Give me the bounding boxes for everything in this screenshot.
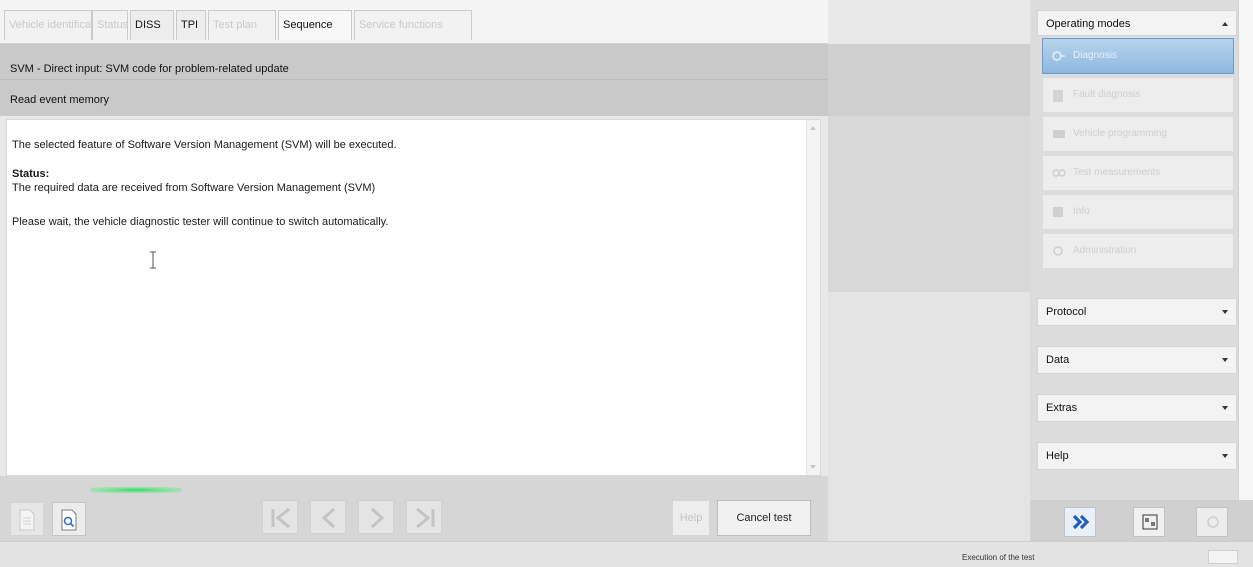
tab-service-functions[interactable]: Service functions xyxy=(354,10,472,40)
continue-button[interactable] xyxy=(1064,507,1096,537)
operating-modes-header[interactable]: Operating modes xyxy=(1037,10,1237,36)
text-cursor-icon xyxy=(150,251,156,269)
next-button[interactable] xyxy=(358,500,394,534)
operating-modes-list: Diagnosis Fault diagnosis Vehicle progra… xyxy=(1042,38,1234,274)
cancel-test-button[interactable]: Cancel test xyxy=(717,500,811,536)
sidebar-scroll-edge xyxy=(1238,0,1253,500)
document-icon xyxy=(19,509,35,531)
mode-test-measurements[interactable]: Test measurements xyxy=(1042,155,1234,191)
progress-indicator xyxy=(90,487,182,493)
document-button[interactable] xyxy=(10,502,44,536)
mode-info[interactable]: Info xyxy=(1042,194,1234,230)
last-button[interactable] xyxy=(406,500,442,534)
scroll-down-icon[interactable] xyxy=(810,465,816,469)
tab-status[interactable]: Status xyxy=(92,10,128,40)
right-toolbar xyxy=(1030,500,1253,541)
status-bar-text: Execution of the test xyxy=(962,553,1035,562)
empty-panel-band xyxy=(828,44,1030,116)
mode-administration-label: Administration xyxy=(1073,245,1137,256)
sequence-title: SVM - Direct input: SVM code for problem… xyxy=(10,63,289,75)
tab-vehicle-identification[interactable]: Vehicle identification xyxy=(4,10,92,40)
expand-down-icon xyxy=(1222,454,1228,458)
message-area: The selected feature of Software Version… xyxy=(6,119,821,476)
protocol-header[interactable]: Protocol xyxy=(1037,298,1237,326)
wait-text: Please wait, the vehicle diagnostic test… xyxy=(12,216,389,228)
info-icon xyxy=(1053,207,1063,217)
expand-down-icon xyxy=(1222,358,1228,362)
document-search-icon xyxy=(61,509,77,531)
extras-header[interactable]: Extras xyxy=(1037,394,1237,422)
sequence-step: Read event memory xyxy=(10,94,110,106)
mode-diagnosis[interactable]: Diagnosis xyxy=(1042,38,1234,74)
diagnosis-icon xyxy=(1052,51,1065,61)
empty-panel-lower xyxy=(828,292,1030,541)
bottom-toolbar: Help Cancel test xyxy=(0,476,828,541)
admin-icon xyxy=(1053,246,1063,256)
sequence-header: SVM - Direct input: SVM code for problem… xyxy=(0,44,828,116)
expand-down-icon xyxy=(1222,406,1228,410)
data-header[interactable]: Data xyxy=(1037,346,1237,374)
chevron-right-icon xyxy=(370,507,385,529)
operating-modes-label: Operating modes xyxy=(1046,18,1131,30)
mode-info-label: Info xyxy=(1073,206,1090,217)
help-header[interactable]: Help xyxy=(1037,442,1237,470)
status-text: The required data are received from Soft… xyxy=(12,182,376,194)
help-button[interactable]: Help xyxy=(672,500,710,536)
content-scrollbar[interactable] xyxy=(806,120,820,475)
first-button[interactable] xyxy=(262,500,298,534)
status-indicator xyxy=(1208,550,1238,564)
screen-grid-icon xyxy=(1142,514,1158,530)
mode-fault-diagnosis[interactable]: Fault diagnosis xyxy=(1042,77,1234,113)
power-button[interactable] xyxy=(1196,507,1228,537)
skip-first-icon xyxy=(271,507,290,529)
status-label: Status: xyxy=(12,168,50,180)
message-text: The selected feature of Software Version… xyxy=(12,139,397,151)
expand-down-icon xyxy=(1222,310,1228,314)
scroll-up-icon[interactable] xyxy=(810,126,816,130)
mode-vehicle-programming[interactable]: Vehicle programming xyxy=(1042,116,1234,152)
tab-test-plan[interactable]: Test plan xyxy=(208,10,276,40)
header-divider xyxy=(0,79,828,80)
fault-diagnosis-icon xyxy=(1053,90,1063,102)
chevron-left-icon xyxy=(321,507,336,529)
extras-label: Extras xyxy=(1046,402,1078,414)
tab-sequence[interactable]: Sequence xyxy=(278,10,352,40)
tab-tpi[interactable]: TPI xyxy=(176,10,206,40)
collapse-up-icon xyxy=(1222,22,1228,26)
status-bar: Execution of the test xyxy=(0,541,1253,567)
right-sidebar: Operating modes Diagnosis Fault diagnosi… xyxy=(1030,0,1253,541)
skip-last-icon xyxy=(416,507,435,529)
help-label: Help xyxy=(1046,450,1069,462)
measurement-icon xyxy=(1052,169,1066,177)
double-chevron-right-icon xyxy=(1072,514,1090,530)
document-preview-button[interactable] xyxy=(52,502,86,536)
previous-button[interactable] xyxy=(310,500,346,534)
screen-capture-button[interactable] xyxy=(1133,507,1165,537)
empty-panel xyxy=(828,44,1030,541)
mode-vehicle-programming-label: Vehicle programming xyxy=(1073,128,1167,139)
protocol-label: Protocol xyxy=(1046,306,1087,318)
mode-administration[interactable]: Administration xyxy=(1042,233,1234,269)
power-icon xyxy=(1207,516,1219,528)
mode-fault-diagnosis-label: Fault diagnosis xyxy=(1073,89,1141,100)
mode-diagnosis-label: Diagnosis xyxy=(1073,50,1117,61)
programming-icon xyxy=(1053,130,1065,138)
tab-diss[interactable]: DISS xyxy=(130,10,174,40)
data-label: Data xyxy=(1046,354,1070,366)
mode-test-measurements-label: Test measurements xyxy=(1073,167,1161,178)
tab-bar: Vehicle identification Status DISS TPI T… xyxy=(0,0,828,44)
